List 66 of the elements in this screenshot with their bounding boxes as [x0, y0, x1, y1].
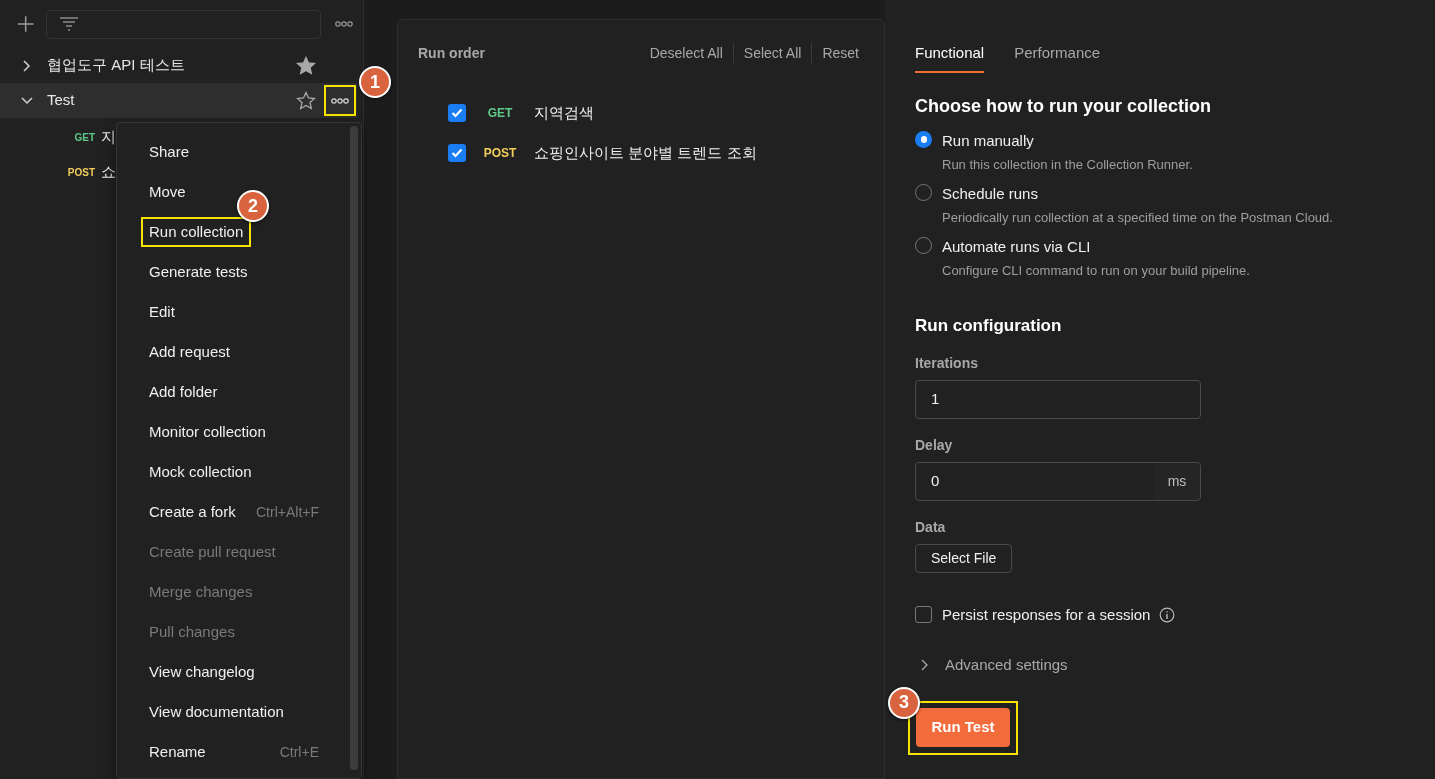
checkmark-icon [451, 108, 463, 118]
method-label: GET [74, 131, 95, 145]
request-name: 쇼 [101, 162, 116, 183]
shortcut-label: Ctrl+E [279, 742, 319, 762]
checkmark-icon [451, 148, 463, 158]
action-link[interactable]: Deselect All [644, 42, 728, 64]
scrollbar[interactable] [350, 126, 358, 770]
filter-icon [59, 17, 80, 31]
shortcut-label: Ctrl+Alt+F [256, 502, 319, 522]
request-name: 지 [101, 127, 116, 148]
iterations-field[interactable]: 1 [915, 379, 1201, 419]
menu-item[interactable]: Move [141, 176, 194, 208]
section-heading: Run configuration [915, 315, 1063, 337]
step-number-badge: 1 [359, 66, 391, 98]
option-label: Automate runs via CLI [942, 237, 1092, 257]
chevron-right-icon [920, 658, 930, 673]
info-icon [1159, 606, 1176, 623]
collection-name: Test [47, 90, 76, 111]
menu-item[interactable]: Mock collection [141, 456, 260, 488]
filter-field[interactable] [46, 9, 321, 39]
option-description: Configure CLI command to run on your build pipeline. [942, 261, 1250, 280]
menu-item[interactable]: Rename [141, 736, 214, 768]
advanced-settings-toggle[interactable]: Advanced settings [945, 654, 1068, 677]
action-link[interactable]: Select All [738, 42, 807, 64]
menu-item[interactable]: Monitor collection [141, 416, 274, 448]
menu-item[interactable]: Run collection [141, 216, 252, 248]
tab[interactable]: Performance [1014, 42, 1101, 73]
request-name: 지역검색 [534, 102, 594, 123]
add-icon [17, 15, 35, 33]
checkbox-label: Persist responses for a session [942, 604, 1151, 625]
menu-item[interactable]: Add request [141, 336, 238, 368]
menu-item[interactable]: Add folder [141, 376, 226, 408]
menu-item[interactable]: Generate tests [141, 256, 256, 288]
action-link[interactable]: Reset [817, 42, 864, 64]
more-icon [335, 21, 353, 27]
method-label: GET [487, 105, 513, 122]
select-file-button[interactable]: Select File [915, 543, 1013, 573]
option-description: Periodically run collection at a specified time on the Postman Cloud. [942, 208, 1333, 227]
field-label: Data [915, 517, 947, 537]
option-label: Schedule runs [942, 184, 1039, 204]
menu-item[interactable]: View documentation [141, 696, 292, 728]
radio-button[interactable] [915, 131, 932, 148]
menu-item[interactable]: Share [141, 136, 198, 168]
panel-title: Run order [418, 43, 486, 63]
tab[interactable]: Functional [915, 42, 985, 73]
checkbox[interactable] [915, 606, 932, 624]
more-icon [331, 97, 349, 104]
checkbox[interactable] [448, 144, 466, 162]
more-options-button[interactable] [324, 85, 356, 116]
step-number-badge: 3 [888, 686, 920, 719]
checkbox[interactable] [448, 104, 466, 122]
option-label: Run manually [942, 131, 1035, 151]
collection-name: 협업도구 API 테스트 [47, 55, 186, 76]
field-label: Iterations [915, 353, 979, 373]
method-label: POST [483, 145, 517, 162]
step-number-badge: 2 [237, 190, 269, 222]
section-heading: Choose how to run your collection [915, 95, 1212, 117]
request-name: 쇼핑인사이트 분야별 트렌드 조회 [534, 142, 757, 163]
menu-item[interactable]: View changelog [141, 656, 263, 688]
menu-item[interactable]: Create a fork [141, 496, 244, 528]
field-label: Delay [915, 435, 954, 455]
more-options-button[interactable] [335, 21, 353, 27]
option-description: Run this collection in the Collection Runner. [942, 155, 1193, 174]
menu-item[interactable]: Edit [141, 296, 183, 328]
method-label: POST [67, 166, 95, 180]
collection-row[interactable]: Test [0, 83, 357, 118]
